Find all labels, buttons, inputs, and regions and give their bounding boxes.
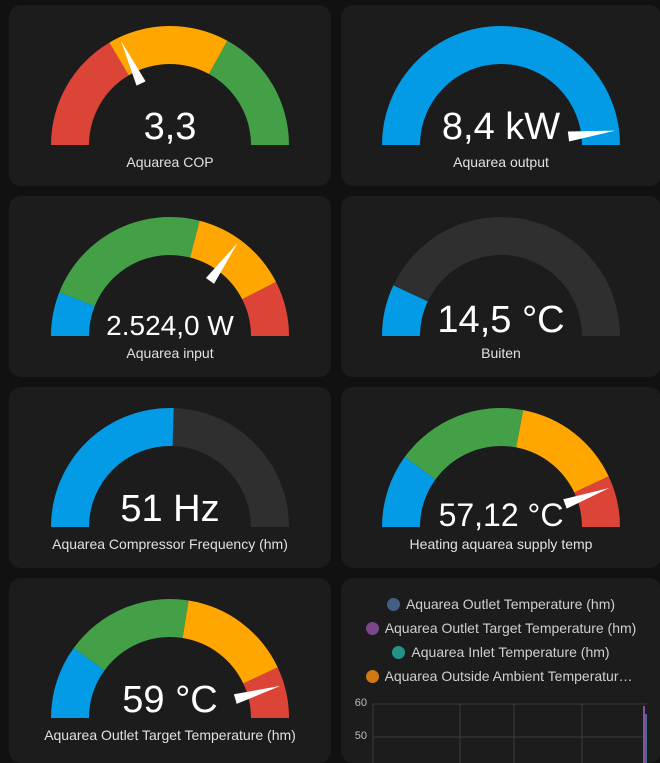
gauge-segment [59,217,200,307]
gauge-value-compressor: 51 Hz [120,488,220,530]
gauge-segment [109,25,228,76]
gauge-segment [404,408,524,480]
gauge-name-cop: Aquarea COP [126,154,214,170]
gauge-name-output: Aquarea output [453,154,549,170]
gauge-card-buiten[interactable]: 14,5 °C Buiten [341,196,660,377]
gauge-value-buiten: 14,5 °C [437,299,565,341]
gauge-card-outlet-target[interactable]: 59 °C Aquarea Outlet Target Temperature … [9,578,331,763]
history-graph-card[interactable]: Aquarea Outlet Temperature (hm) Aquarea … [341,578,660,763]
gauge-card-supply-temp[interactable]: 57,12 °C Heating aquarea supply temp [341,387,660,568]
gauge-value-supply-temp: 57,12 °C [438,497,564,533]
gauge-value-cop: 3,3 [143,106,197,148]
gauge-card-compressor[interactable]: 51 Hz Aquarea Compressor Frequency (hm) [9,387,331,568]
gauge-value-input: 2.524,0 W [106,310,234,341]
gauge-segment [516,410,609,493]
gauge-name-supply-temp: Heating aquarea supply temp [409,536,593,552]
gauge-card-cop[interactable]: 3,3 Aquarea COP [9,5,331,186]
gauge-name-buiten: Buiten [481,345,521,361]
gauge-value-outlet-target: 59 °C [122,679,218,721]
gauge-name-compressor: Aquarea Compressor Frequency (hm) [52,536,288,552]
history-plot-area[interactable] [341,578,660,763]
gauge-segment [73,599,189,671]
gauge-card-input[interactable]: 2.524,0 W Aquarea input [9,196,331,377]
gauge-value-output: 8,4 kW [441,106,561,148]
gauge-card-output[interactable]: 8,4 kW Aquarea output [341,5,660,186]
gauge-name-outlet-target: Aquarea Outlet Target Temperature (hm) [44,727,296,743]
gauge-name-input: Aquarea input [126,345,214,361]
gauge-segment [182,600,278,684]
gauge-segment [190,220,277,300]
